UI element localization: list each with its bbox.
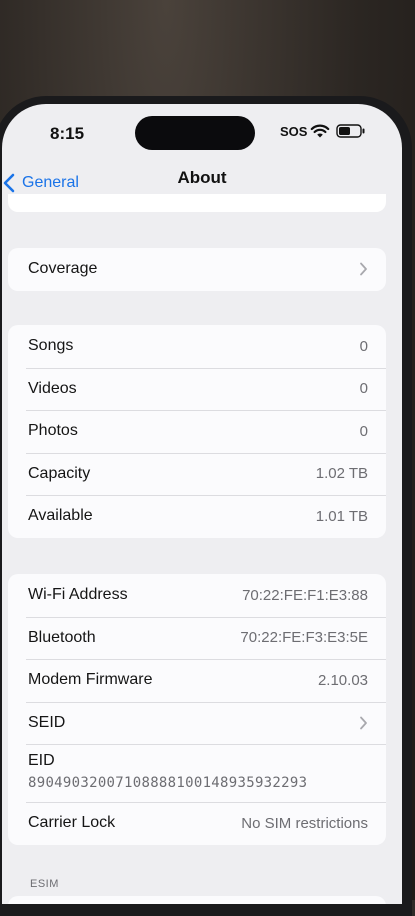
modem-firmware-row: Modem Firmware 2.10.03	[8, 659, 386, 702]
row-value: 0	[359, 337, 368, 355]
row-value: 70:22:FE:F3:E3:5E	[240, 629, 368, 647]
wifi-address-row: Wi-Fi Address 70:22:FE:F1:E3:88	[8, 574, 386, 617]
page-title: About	[177, 168, 227, 187]
chevron-right-icon	[360, 716, 367, 730]
status-bar: 8:15 SOS	[2, 104, 402, 164]
row-label: Wi-Fi Address	[28, 586, 128, 604]
available-row: Available 1.01 TB	[8, 495, 386, 538]
eid-value: 89049032007108888100148935932293	[28, 775, 308, 791]
scrolled-row-remnant	[8, 194, 386, 212]
status-time: 8:15	[50, 124, 85, 143]
carrier-lock-row: Carrier Lock No SIM restrictions	[8, 802, 386, 845]
bluetooth-row: Bluetooth 70:22:FE:F3:E3:5E	[8, 616, 386, 660]
chevron-right-icon	[360, 262, 367, 276]
seid-row[interactable]: SEID	[8, 701, 386, 745]
status-carrier: SOS	[280, 124, 308, 139]
row-label: Coverage	[28, 260, 98, 278]
network-group: Wi-Fi Address 70:22:FE:F1:E3:88 Bluetoot…	[8, 574, 386, 845]
videos-row: Videos 0	[8, 367, 386, 411]
row-label: EID	[28, 752, 55, 769]
row-value: 70:22:FE:F1:E3:88	[242, 586, 368, 604]
row-value: No SIM restrictions	[241, 814, 368, 832]
row-label: SEID	[28, 713, 66, 731]
row-label: Available	[28, 507, 93, 525]
row-label: Carrier Lock	[28, 814, 116, 832]
row-value: 0	[359, 380, 368, 398]
coverage-row[interactable]: Coverage	[8, 248, 386, 291]
wifi-icon	[310, 124, 330, 138]
settings-screen: 8:15 SOS General About Coverage Songs 0 …	[2, 104, 402, 904]
dynamic-island	[135, 116, 255, 150]
esim-group	[8, 896, 386, 904]
capacity-row: Capacity 1.02 TB	[8, 452, 386, 496]
battery-icon	[336, 124, 365, 138]
section-header-esim: ESIM	[30, 878, 59, 890]
row-value: 1.02 TB	[315, 465, 368, 483]
row-value: 2.10.03	[317, 671, 368, 689]
row-label: Capacity	[28, 464, 91, 482]
row-label: Videos	[28, 379, 77, 397]
row-label: Photos	[28, 422, 78, 440]
row-label: Modem Firmware	[28, 671, 153, 689]
songs-row: Songs 0	[8, 325, 386, 368]
row-value: 1.01 TB	[315, 507, 368, 525]
row-value: 0	[359, 422, 368, 440]
eid-row: EID 89049032007108888100148935932293	[8, 744, 386, 802]
photos-row: Photos 0	[8, 410, 386, 453]
row-label: Songs	[28, 337, 74, 355]
coverage-group: Coverage	[8, 248, 386, 291]
storage-group: Songs 0 Videos 0 Photos 0 Capacity 1.02 …	[8, 325, 386, 538]
row-label: Bluetooth	[28, 628, 96, 646]
